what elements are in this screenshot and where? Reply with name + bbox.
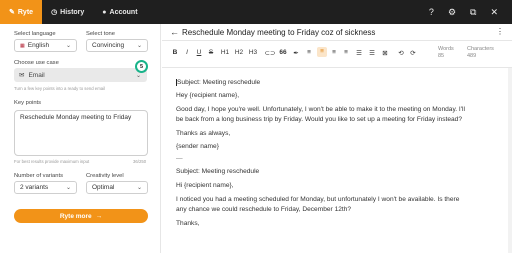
- email-line: Subject: Meeting reschedule: [176, 168, 260, 175]
- flag-icon: ▦: [20, 42, 25, 49]
- tone-label: Select tone: [86, 31, 116, 37]
- usecase-hint: Turn a few key points into a ready to se…: [14, 86, 106, 91]
- document-panel: ← Reschedule Monday meeting to Friday co…: [162, 24, 512, 253]
- close-icon[interactable]: ✕: [490, 7, 498, 18]
- editor-scrollbar[interactable]: [508, 68, 512, 253]
- tab-history[interactable]: ◷ History: [42, 0, 93, 24]
- clock-icon: ◷: [51, 9, 58, 16]
- characters-value: 489: [467, 53, 477, 59]
- email-line: Thanks,: [176, 220, 200, 227]
- link-icon[interactable]: ⊂⊃: [263, 49, 277, 57]
- usecase-value: Email: [28, 71, 45, 79]
- ryte-more-label: Ryte more: [59, 212, 92, 220]
- bullet-list-icon[interactable]: ☰: [354, 49, 364, 57]
- usecase-select[interactable]: ✉ Email ⌄: [14, 68, 147, 82]
- email-icon: ✉: [19, 72, 25, 79]
- document-header: ← Reschedule Monday meeting to Friday co…: [162, 24, 512, 41]
- email-line: Thanks as always,: [176, 130, 231, 137]
- undo-icon[interactable]: ⟲: [396, 49, 406, 57]
- divider-line: —: [176, 155, 183, 162]
- keypoints-input[interactable]: Reschedule Monday meeting to Friday: [14, 110, 148, 156]
- email-line: be back from a long business trip by Fri…: [176, 116, 462, 123]
- align-justify-icon[interactable]: ≡: [341, 49, 351, 56]
- email-line: Hi {recipient name},: [176, 182, 234, 189]
- characters-label: Characters: [467, 46, 494, 52]
- tab-ryte-label: Ryte: [17, 8, 34, 16]
- underline-button[interactable]: U: [194, 49, 204, 56]
- tab-account[interactable]: ● Account: [93, 0, 146, 24]
- help-icon[interactable]: ?: [429, 7, 434, 17]
- email-line: {sender name}: [176, 143, 219, 150]
- chevron-down-icon: ⌄: [136, 185, 142, 191]
- character-count: Characters 489: [467, 46, 494, 60]
- words-value: 85: [438, 53, 445, 59]
- clear-format-icon[interactable]: ⊠: [380, 49, 390, 57]
- variants-select[interactable]: 2 variants ⌄: [14, 181, 77, 194]
- keypoints-count: 36/250: [133, 159, 147, 164]
- more-options-icon[interactable]: ⋮: [496, 27, 504, 36]
- word-count: Words 85: [438, 46, 454, 60]
- highlight-icon[interactable]: ✒: [291, 49, 301, 57]
- document-title[interactable]: Reschedule Monday meeting to Friday coz …: [182, 28, 375, 37]
- h2-button[interactable]: H2: [233, 49, 245, 56]
- keypoints-hint: For best results provide maximum input: [14, 159, 90, 164]
- pen-icon: ✎: [9, 9, 15, 16]
- tone-select[interactable]: Convincing ⌄: [86, 39, 148, 52]
- chevron-down-icon: ⌄: [65, 185, 71, 191]
- creativity-value: Optimal: [92, 184, 115, 191]
- quote-icon[interactable]: 66: [278, 49, 288, 56]
- tab-history-label: History: [60, 8, 85, 16]
- keypoints-label: Key points: [14, 100, 42, 106]
- email-line: any chance we could reschedule to Friday…: [176, 206, 352, 213]
- chevron-down-icon: ⌄: [136, 43, 142, 49]
- language-value: English: [27, 42, 50, 49]
- language-label: Select language: [14, 31, 56, 37]
- language-select[interactable]: ▦ English ⌄: [14, 39, 77, 52]
- tab-account-label: Account: [109, 8, 138, 16]
- strikethrough-button[interactable]: S: [206, 49, 216, 56]
- words-label: Words: [438, 46, 454, 52]
- redo-icon[interactable]: ⟳: [408, 49, 418, 57]
- h1-button[interactable]: H1: [219, 49, 231, 56]
- usecase-count-badge: 5: [135, 60, 148, 73]
- h3-button[interactable]: H3: [247, 49, 259, 56]
- tone-value: Convincing: [92, 42, 125, 49]
- align-center-icon[interactable]: ≡: [317, 47, 327, 57]
- italic-button[interactable]: I: [182, 49, 192, 56]
- align-right-icon[interactable]: ≡: [329, 49, 339, 56]
- settings-icon[interactable]: ⚙: [448, 7, 456, 18]
- back-arrow-icon[interactable]: ←: [170, 27, 179, 37]
- external-link-icon[interactable]: ⧉: [470, 7, 476, 18]
- email-line: I noticed you had a meeting scheduled fo…: [176, 196, 460, 203]
- arrow-right-icon: →: [95, 212, 103, 220]
- chevron-down-icon: ⌄: [65, 43, 71, 49]
- variants-value: 2 variants: [20, 184, 49, 191]
- numbered-list-icon[interactable]: ☰: [367, 49, 377, 57]
- top-bar: ✎ Ryte ◷ History ● Account ? ⚙ ⧉ ✕: [0, 0, 512, 24]
- tab-ryte[interactable]: ✎ Ryte: [0, 0, 43, 24]
- ryte-more-button[interactable]: Ryte more →: [14, 209, 148, 223]
- email-line: Hey {recipient name},: [176, 92, 240, 99]
- editor-toolbar: B I U S H1 H2 H3 ⊂⊃ 66 ✒ ≡ ≡ ≡ ≡ ☰ ☰ ⊠ ⟲…: [162, 41, 512, 68]
- creativity-select[interactable]: Optimal ⌄: [86, 181, 148, 194]
- bold-button[interactable]: B: [170, 49, 180, 56]
- email-line: Subject: Meeting reschedule: [177, 79, 261, 86]
- align-left-icon[interactable]: ≡: [304, 49, 314, 56]
- variants-label: Number of variants: [14, 173, 63, 179]
- email-line: Good day, I hope you're well. Unfortunat…: [176, 106, 465, 113]
- form-panel: Select language ▦ English ⌄ Select tone …: [0, 24, 161, 253]
- creativity-label: Creativity level: [86, 173, 124, 179]
- usecase-label: Choose use case: [14, 60, 59, 66]
- user-icon: ●: [102, 8, 107, 16]
